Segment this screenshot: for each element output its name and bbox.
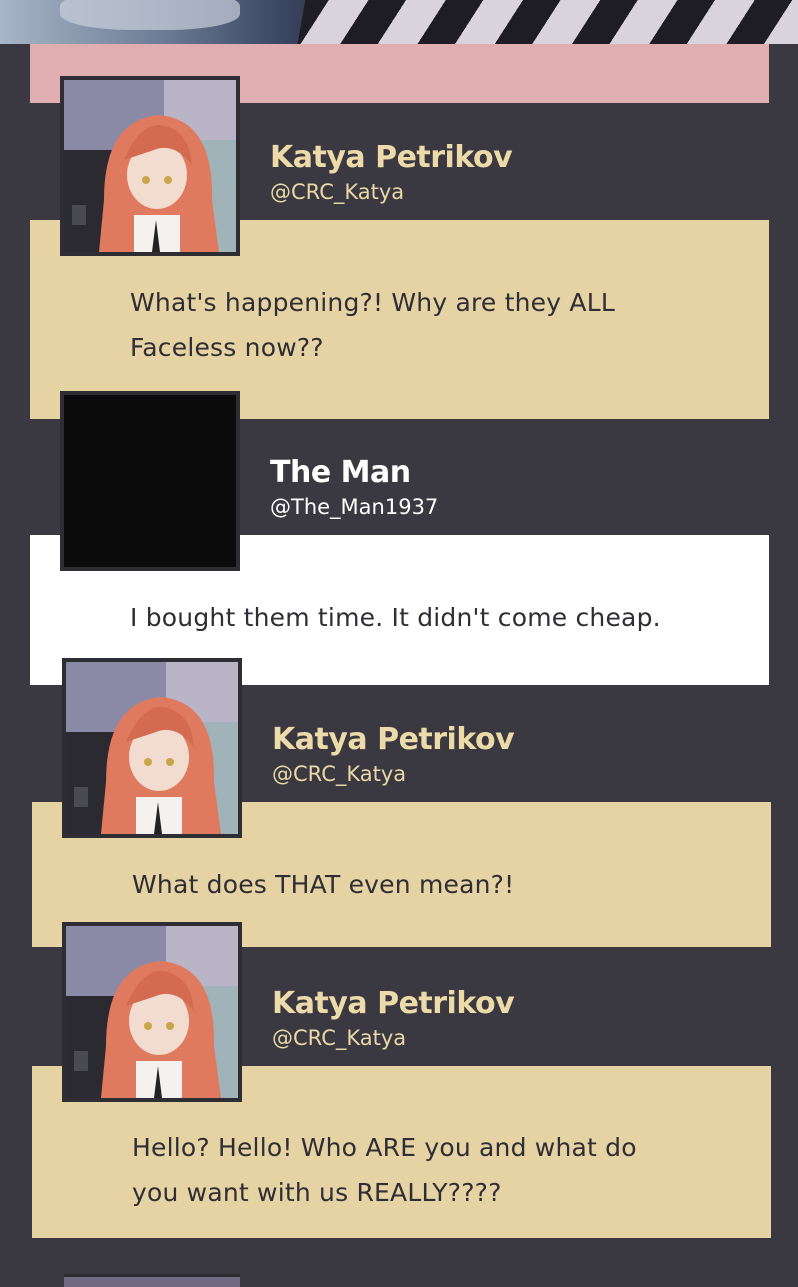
illustration-highlight xyxy=(60,0,240,30)
message-text: What does THAT even mean?! xyxy=(132,870,515,899)
katya-portrait-image xyxy=(66,926,238,1098)
top-illustration xyxy=(0,0,798,44)
message-text: Hello? Hello! Who ARE you and what do yo… xyxy=(132,1133,637,1207)
avatar-katya[interactable] xyxy=(62,922,242,1102)
dark-portrait-image xyxy=(64,395,236,567)
avatar-the-man[interactable] xyxy=(60,391,240,571)
message-text: What's happening?! Why are they ALL Face… xyxy=(130,288,615,362)
author-handle[interactable]: @CRC_Katya xyxy=(272,1025,406,1051)
author-handle[interactable]: @CRC_Katya xyxy=(272,761,406,787)
author-name[interactable]: Katya Petrikov xyxy=(272,987,515,1021)
avatar-katya[interactable] xyxy=(62,658,242,838)
katya-portrait-image xyxy=(66,662,238,834)
message-text: I bought them time. It didn't come cheap… xyxy=(130,603,661,632)
author-name[interactable]: The Man xyxy=(270,456,411,490)
author-handle[interactable]: @CRC_Katya xyxy=(270,179,404,205)
avatar-katya[interactable] xyxy=(60,76,240,256)
author-name[interactable]: Katya Petrikov xyxy=(272,723,515,757)
illustration-stripes xyxy=(289,0,798,44)
author-name[interactable]: Katya Petrikov xyxy=(270,141,513,175)
author-handle[interactable]: @The_Man1937 xyxy=(270,494,438,520)
next-avatar-peek xyxy=(64,1274,240,1287)
katya-portrait-image xyxy=(64,80,236,252)
